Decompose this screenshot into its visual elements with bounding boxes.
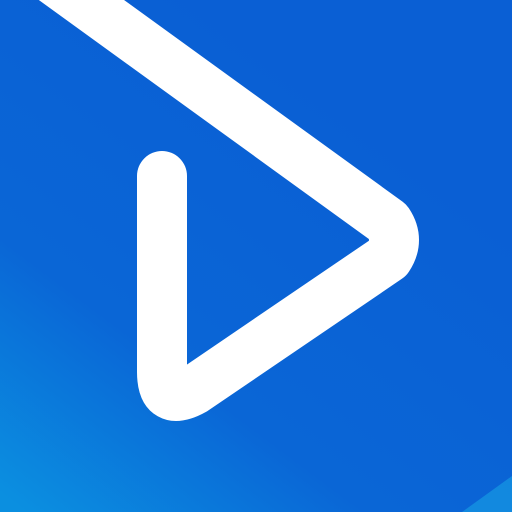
play-icon (0, 0, 512, 512)
app-icon-canvas (0, 0, 512, 512)
icon-background (0, 0, 512, 512)
